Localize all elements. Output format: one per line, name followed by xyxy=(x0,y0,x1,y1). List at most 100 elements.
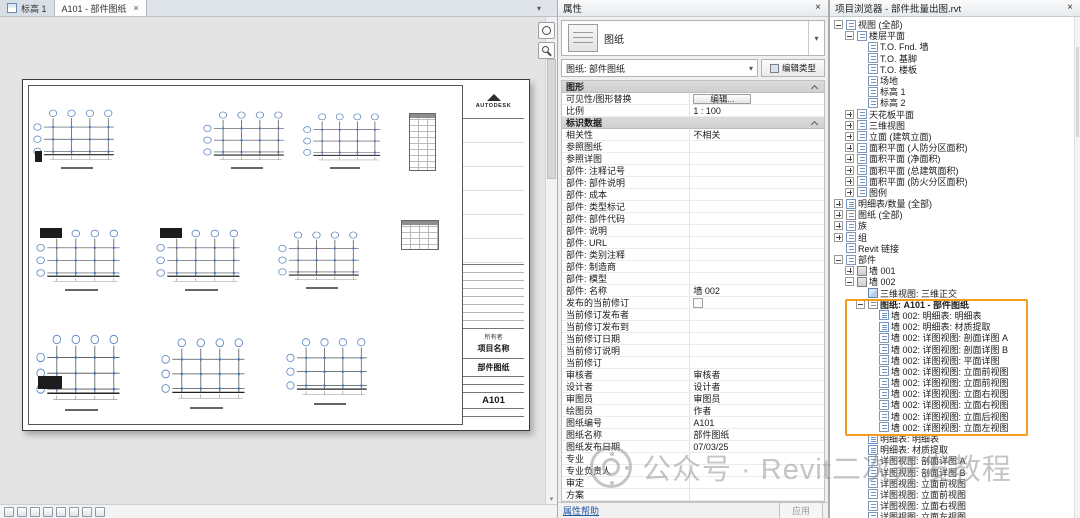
property-row[interactable]: 当前修订 xyxy=(562,357,824,369)
tree-node[interactable]: 视图 (全部) xyxy=(830,19,1074,30)
tree-expander-icon[interactable] xyxy=(845,187,854,197)
vertical-scrollbar[interactable]: ▴ ▾ xyxy=(545,17,557,504)
property-value[interactable] xyxy=(690,345,824,356)
tree-node[interactable]: 场地 xyxy=(830,75,1074,86)
property-row[interactable]: 相关性 不相关 xyxy=(562,129,824,141)
property-value[interactable] xyxy=(690,273,824,284)
property-value[interactable] xyxy=(690,333,824,344)
property-value[interactable] xyxy=(690,165,824,176)
property-value[interactable] xyxy=(690,153,824,164)
property-row[interactable]: 专业 xyxy=(562,453,824,465)
sun-path-icon[interactable] xyxy=(43,506,53,517)
tree-expander-icon[interactable] xyxy=(845,154,854,164)
property-row[interactable]: 部件: 部件代码 xyxy=(562,213,824,225)
property-value[interactable] xyxy=(690,465,824,476)
tree-expander-icon[interactable] xyxy=(845,109,854,119)
property-value[interactable] xyxy=(690,213,824,224)
close-tab-icon[interactable]: × xyxy=(134,3,139,13)
tree-expander-icon[interactable] xyxy=(845,143,854,153)
crop-view-icon[interactable] xyxy=(69,506,79,517)
property-row[interactable]: 图形 xyxy=(562,81,824,93)
tree-node[interactable]: T.O. 基脚 xyxy=(830,53,1074,64)
close-icon[interactable]: × xyxy=(813,3,823,13)
view-tab-level1[interactable]: 标高 1 xyxy=(0,0,55,16)
property-row[interactable]: 部件: 类型标记 xyxy=(562,201,824,213)
tree-node[interactable]: 部件 xyxy=(830,254,1074,265)
steering-wheel-icon[interactable] xyxy=(538,22,555,39)
tree-expander-icon[interactable] xyxy=(834,199,843,209)
dropdown-arrow-icon[interactable]: ▾ xyxy=(808,21,824,55)
tree-node[interactable]: 三维视图 xyxy=(830,120,1074,131)
tree-node[interactable]: T.O. 楼板 xyxy=(830,64,1074,75)
property-value[interactable] xyxy=(690,309,824,320)
property-value[interactable]: 部件图纸 xyxy=(690,429,824,440)
crop-region-icon[interactable] xyxy=(82,506,92,517)
property-value[interactable]: 审图员 xyxy=(690,393,824,404)
tree-expander-icon[interactable] xyxy=(834,210,843,220)
viewport-drawing[interactable] xyxy=(159,334,254,410)
property-value[interactable] xyxy=(690,237,824,248)
detail-level-icon[interactable] xyxy=(17,506,27,517)
tree-node[interactable]: 标高 2 xyxy=(830,97,1074,108)
property-row[interactable]: 部件: 部件说明 xyxy=(562,177,824,189)
property-row[interactable]: 部件: 名称 墙 002 xyxy=(562,285,824,297)
property-row[interactable]: 部件: 说明 xyxy=(562,225,824,237)
property-value[interactable] xyxy=(690,261,824,272)
property-row[interactable]: 审核者 审核者 xyxy=(562,369,824,381)
tree-expander-icon[interactable] xyxy=(834,255,843,265)
viewport-drawing[interactable] xyxy=(31,106,123,170)
viewport-drawing[interactable] xyxy=(34,226,129,292)
property-value[interactable]: 墙 002 xyxy=(690,285,824,296)
reveal-hidden-elements-icon[interactable] xyxy=(95,506,105,517)
sheet-viewport[interactable]: AUTODESK 所有者 项目名称 部件图纸 A101 ▴ xyxy=(0,17,557,504)
property-value[interactable] xyxy=(690,477,824,488)
property-value[interactable] xyxy=(690,225,824,236)
property-row[interactable]: 设计者 设计者 xyxy=(562,381,824,393)
type-selector[interactable]: 图纸 ▾ xyxy=(561,20,825,56)
property-row[interactable]: 标识数据 xyxy=(562,117,824,129)
property-value[interactable]: 设计者 xyxy=(690,381,824,392)
property-value[interactable] xyxy=(690,141,824,152)
viewport-drawing[interactable] xyxy=(301,110,389,170)
tree-node[interactable]: 面积平面 (防火分区面积) xyxy=(830,176,1074,187)
tree-expander-icon[interactable] xyxy=(845,165,854,175)
property-row[interactable]: 可见性/图形替换 编辑... xyxy=(562,93,824,105)
properties-help-link[interactable]: 属性帮助 xyxy=(563,504,599,517)
tree-expander-icon[interactable] xyxy=(845,176,854,186)
property-value[interactable]: 1 : 100 xyxy=(690,105,824,116)
property-value[interactable] xyxy=(690,249,824,260)
property-row[interactable]: 审定 xyxy=(562,477,824,489)
property-row[interactable]: 发布的当前修订 xyxy=(562,297,824,309)
property-row[interactable]: 部件: 制造商 xyxy=(562,261,824,273)
viewport-drawing[interactable] xyxy=(34,330,129,412)
tree-expander-icon[interactable] xyxy=(845,131,854,141)
tree-node[interactable]: 标高 1 xyxy=(830,86,1074,97)
tab-list-chevron-icon[interactable]: ▾ xyxy=(537,4,541,13)
browser-scrollbar[interactable] xyxy=(1074,17,1080,518)
shadows-icon[interactable] xyxy=(56,506,66,517)
property-row[interactable]: 当前修订发布到 xyxy=(562,321,824,333)
property-row[interactable]: 当前修订日期 xyxy=(562,333,824,345)
visual-style-icon[interactable] xyxy=(30,506,40,517)
tree-expander-icon[interactable] xyxy=(834,232,843,242)
property-row[interactable]: 图纸编号 A101 xyxy=(562,417,824,429)
scroll-down-icon[interactable]: ▾ xyxy=(546,493,557,504)
element-filter-combo[interactable]: 图纸: 部件图纸 ▾ xyxy=(561,59,758,77)
property-row[interactable]: 当前修订说明 xyxy=(562,345,824,357)
property-row[interactable]: 部件: URL xyxy=(562,237,824,249)
viewport-drawing[interactable] xyxy=(154,226,249,292)
viewport-drawing[interactable] xyxy=(276,228,368,290)
tree-expander-icon[interactable] xyxy=(834,20,843,30)
property-value[interactable] xyxy=(690,177,824,188)
property-row[interactable]: 部件: 成本 xyxy=(562,189,824,201)
schedule-viewport[interactable] xyxy=(401,220,439,250)
property-row[interactable]: 方案 xyxy=(562,489,824,501)
property-row[interactable]: 图纸名称 部件图纸 xyxy=(562,429,824,441)
tree-expander-icon[interactable] xyxy=(845,120,854,130)
tree-node[interactable]: 楼层平面 xyxy=(830,30,1074,41)
property-value[interactable]: 不相关 xyxy=(690,129,824,140)
tree-expander-icon[interactable] xyxy=(845,31,854,41)
viewport-drawing[interactable] xyxy=(284,334,376,406)
property-row[interactable]: 参照图纸 xyxy=(562,141,824,153)
property-value[interactable] xyxy=(690,357,824,368)
